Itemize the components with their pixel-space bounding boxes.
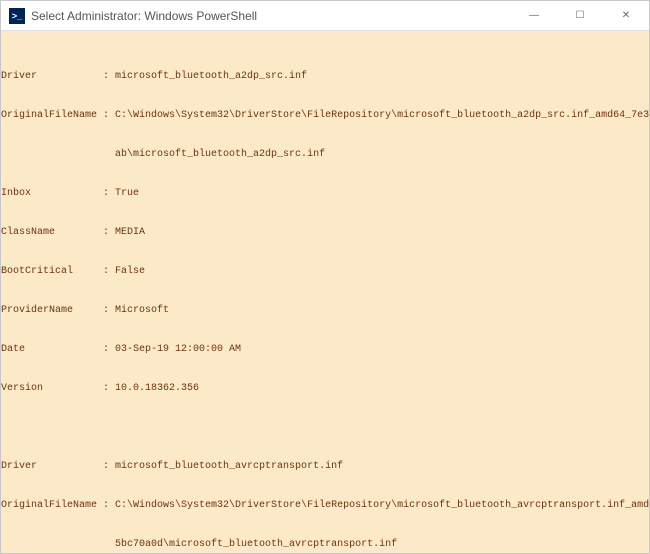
- driver-record: Driver : microsoft_bluetooth_a2dp_src.in…: [1, 44, 649, 421]
- minimize-button[interactable]: —: [511, 1, 557, 30]
- window-title: Select Administrator: Windows PowerShell: [31, 9, 511, 23]
- powershell-icon-glyph: >_: [12, 11, 22, 21]
- window-controls: — ☐ ✕: [511, 1, 649, 30]
- powershell-icon: >_: [9, 8, 25, 24]
- selected-text-region: Driver : microsoft_bluetooth_a2dp_src.in…: [1, 31, 649, 553]
- driver-record: Driver : microsoft_bluetooth_avrcptransp…: [1, 434, 649, 553]
- close-button[interactable]: ✕: [603, 1, 649, 30]
- console-output[interactable]: Driver : microsoft_bluetooth_a2dp_src.in…: [1, 31, 649, 553]
- maximize-button[interactable]: ☐: [557, 1, 603, 30]
- titlebar[interactable]: >_ Select Administrator: Windows PowerSh…: [1, 1, 649, 31]
- powershell-window: >_ Select Administrator: Windows PowerSh…: [0, 0, 650, 554]
